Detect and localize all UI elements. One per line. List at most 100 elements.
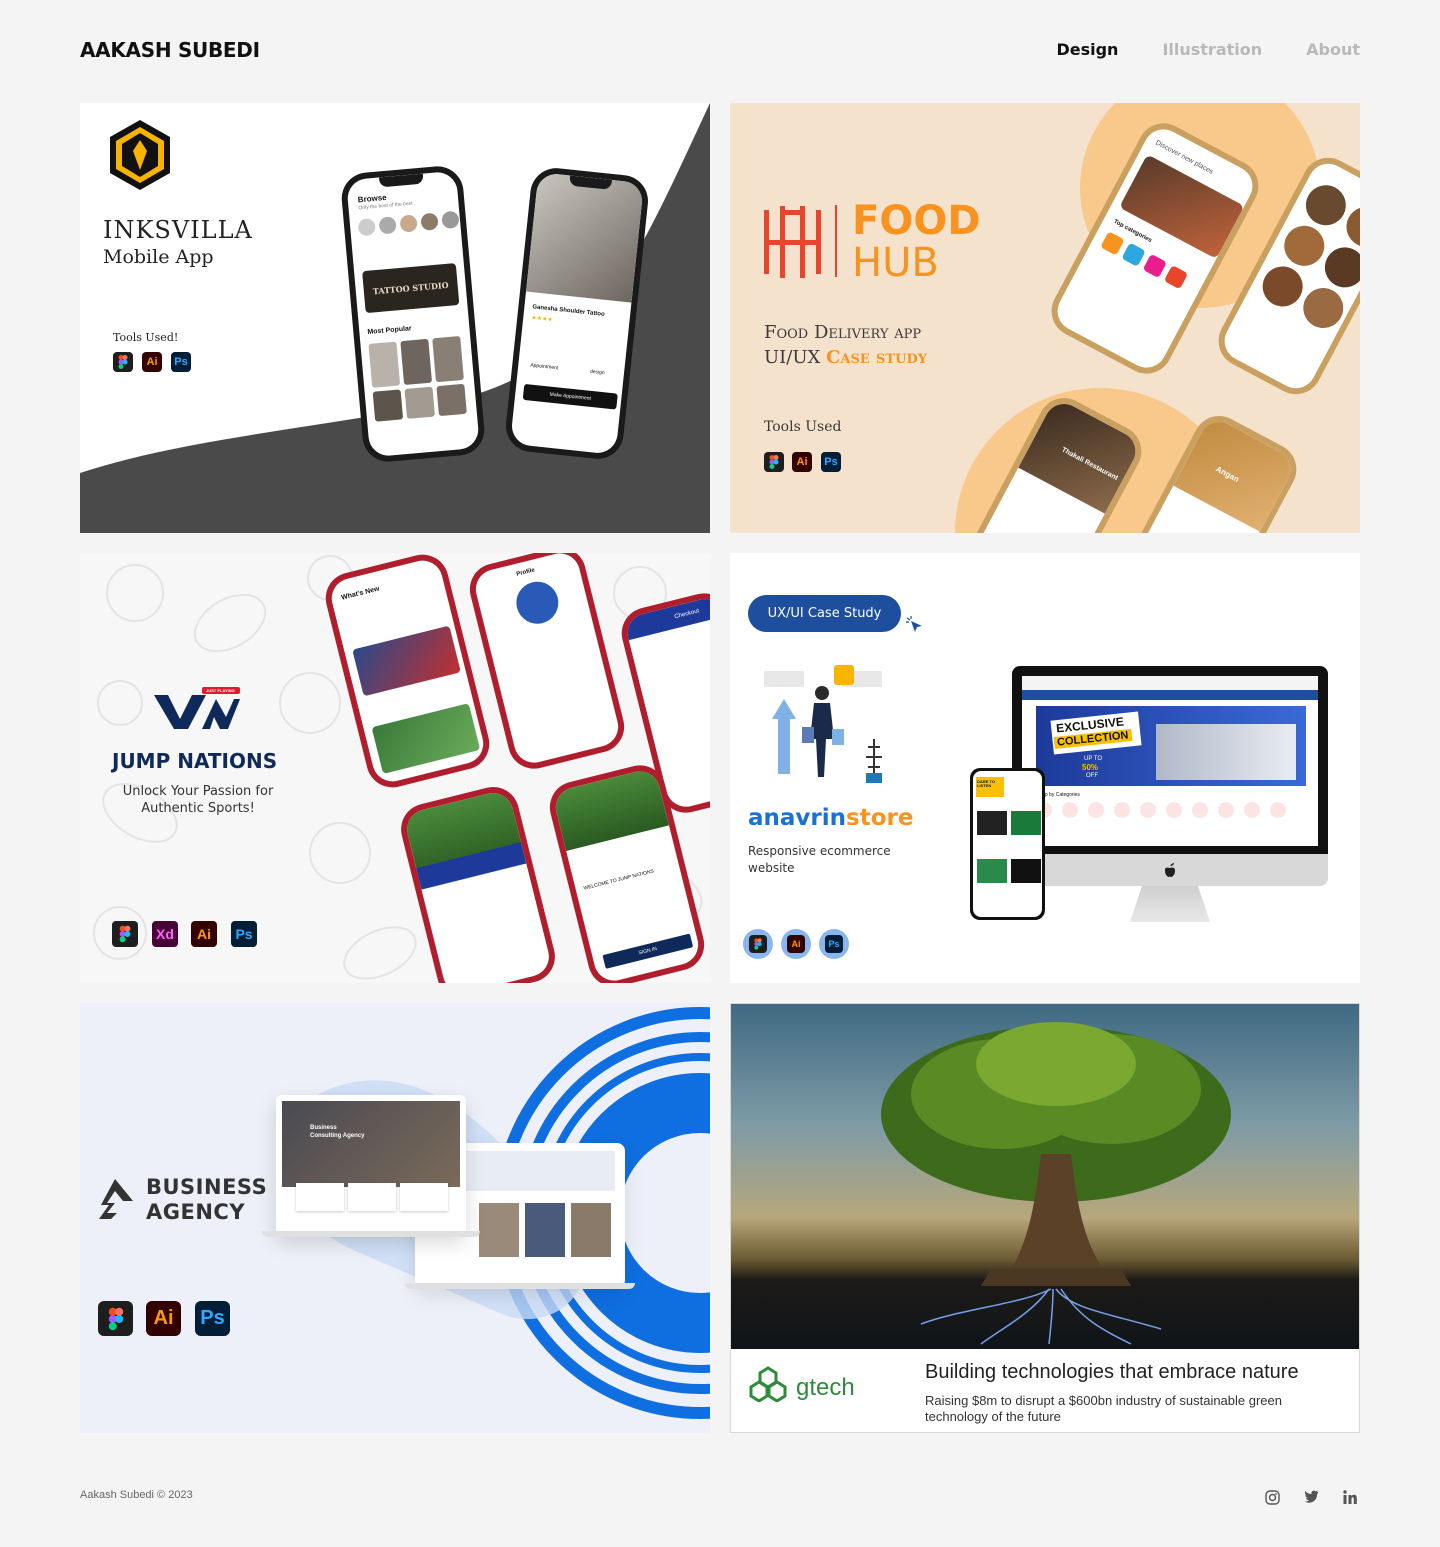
photoshop-icon: Ps bbox=[171, 352, 191, 372]
twitter-icon[interactable] bbox=[1304, 1490, 1321, 1507]
rating-stars: ★★★★ bbox=[530, 315, 553, 324]
gtech-desc-1: Raising $8m to disrupt a $600bn industry… bbox=[925, 1393, 1282, 1408]
gtech-brand: gtech bbox=[796, 1374, 855, 1401]
business-title-1: BUSINESS bbox=[146, 1175, 268, 1199]
project-card-jumpnations[interactable]: JUST PLAYING JUMP NATIONS Unlock Your Pa… bbox=[80, 553, 710, 983]
site-brand[interactable]: AAKASH SUBEDI bbox=[80, 38, 260, 62]
business-screen-title-2: Consulting Agency bbox=[310, 1133, 365, 1139]
anavrin-desc-2: website bbox=[748, 861, 795, 875]
illustrator-icon: Ai bbox=[792, 452, 812, 472]
project-card-gtech[interactable]: gtech Building technologies that embrace… bbox=[730, 1003, 1360, 1433]
figma-icon bbox=[112, 921, 138, 947]
foodhub-logo-bottom: HUB bbox=[852, 240, 939, 286]
nav-illustration[interactable]: Illustration bbox=[1162, 40, 1262, 59]
photoshop-icon: Ps bbox=[819, 929, 849, 959]
jumpnations-title: JUMP NATIONS bbox=[112, 749, 278, 773]
jumpnations-badge: JUST PLAYING bbox=[206, 688, 235, 693]
foodhub-divider bbox=[835, 205, 837, 277]
shopper-illustration bbox=[764, 665, 882, 783]
banner-text: TATTOO STUDIO bbox=[372, 279, 450, 297]
nav-about[interactable]: About bbox=[1306, 40, 1360, 59]
jumpnations-tagline-1: Unlock Your Passion for bbox=[122, 784, 274, 799]
business-agency-logo bbox=[99, 1179, 133, 1219]
artist-avatars bbox=[357, 210, 460, 237]
foodhub-logo-mark bbox=[764, 206, 821, 278]
category-circles bbox=[1036, 802, 1286, 818]
anavrin-brand-b: store bbox=[846, 805, 914, 831]
foodhub-tools-label: Tools Used bbox=[764, 419, 842, 435]
nav-design[interactable]: Design bbox=[1056, 40, 1118, 59]
profile-avatar bbox=[511, 577, 563, 629]
xd-icon: Xd bbox=[152, 921, 178, 947]
illustrator-icon: Ai bbox=[191, 921, 217, 947]
figma-icon bbox=[98, 1301, 133, 1336]
site-header: AAKASH SUBEDI Design Illustration About bbox=[80, 36, 1360, 66]
feed-image-1 bbox=[352, 625, 461, 697]
photoshop-label: Ps bbox=[825, 935, 843, 953]
project-card-businessagency[interactable]: BUSINESS AGENCY Ai Ps Business Consultin… bbox=[80, 1003, 710, 1433]
figma-icon bbox=[743, 929, 773, 959]
foodhub-logo-top: FOOD bbox=[852, 198, 981, 244]
footer-copyright: Aakash Subedi © 2023 bbox=[80, 1489, 193, 1501]
photoshop-icon: Ps bbox=[231, 921, 257, 947]
illustrator-icon: Ai bbox=[781, 929, 811, 959]
anavrin-desc-1: Responsive ecommerce bbox=[748, 844, 891, 858]
foodhub-line2-a: UI/UX bbox=[764, 347, 827, 368]
linkedin-icon[interactable] bbox=[1343, 1490, 1360, 1507]
make-appointment-button[interactable]: Make Appointment bbox=[522, 383, 618, 410]
illustrator-icon: Ai bbox=[142, 352, 162, 372]
banner-off: OFF bbox=[1086, 773, 1098, 779]
jumpnations-logo bbox=[154, 687, 240, 729]
inksvilla-phone-browse: Browse Only the best of the best TATTOO … bbox=[339, 164, 487, 464]
business-screen-title-1: Business bbox=[310, 1125, 337, 1131]
figma-icon bbox=[764, 452, 784, 472]
apple-logo-icon bbox=[1165, 863, 1175, 877]
most-popular-label: Most Popular bbox=[367, 325, 412, 337]
mobile-banner-text: DARE TO LISTEN bbox=[977, 779, 995, 789]
anavrin-brand: anavrinstore bbox=[748, 805, 913, 831]
gtech-headline: Building technologies that embrace natur… bbox=[925, 1361, 1299, 1383]
anavrin-brand-a: anavrin bbox=[748, 805, 847, 831]
popular-grid bbox=[368, 335, 467, 422]
project-card-anavrinstore[interactable]: UX/UI Case Study anavrinstore Responsive… bbox=[730, 553, 1360, 983]
welcome-signin-button[interactable]: SIGN IN bbox=[602, 933, 694, 969]
project-card-inksvilla[interactable]: INKSVILLA Mobile App Tools Used! Ai Ps B… bbox=[80, 103, 710, 533]
inksvilla-subtitle: Mobile App bbox=[103, 246, 214, 268]
banner-percent: 50% bbox=[1082, 763, 1099, 772]
cursor-icon bbox=[906, 616, 922, 632]
banner-upto: UP TO bbox=[1084, 756, 1103, 762]
ganesha-tattoo-image bbox=[526, 172, 644, 303]
business-title-2: AGENCY bbox=[146, 1200, 246, 1224]
gtech-logo bbox=[749, 1366, 787, 1402]
exclusive-banner: EXCLUSIVE COLLECTION UP TO 50% OFF bbox=[1036, 706, 1306, 786]
inksvilla-logo bbox=[110, 120, 170, 190]
jumpnations-tagline-2: Authentic Sports! bbox=[141, 801, 255, 816]
main-nav: Design Illustration About bbox=[1056, 40, 1360, 59]
figma-icon bbox=[113, 352, 133, 372]
inksvilla-title: INKSVILLA bbox=[103, 216, 253, 244]
photoshop-icon: Ps bbox=[195, 1301, 230, 1336]
discover-image bbox=[1119, 154, 1245, 259]
design-label: design bbox=[589, 368, 605, 377]
anavrin-mobile-mockup: DARE TO LISTEN bbox=[970, 768, 1045, 920]
laptop-mockup-front: Business Consulting Agency bbox=[262, 1095, 480, 1237]
feed-image-2 bbox=[371, 703, 481, 774]
imac-mockup: EXCLUSIVE COLLECTION UP TO 50% OFF Shop … bbox=[1012, 666, 1328, 928]
foodhub-line1: Food Delivery app bbox=[764, 322, 922, 343]
gtech-hero-image bbox=[731, 1004, 1359, 1349]
illustrator-icon: Ai bbox=[146, 1301, 181, 1336]
whatsnew-header: What's New bbox=[340, 585, 381, 602]
imac-screen: EXCLUSIVE COLLECTION UP TO 50% OFF Shop … bbox=[1022, 676, 1318, 846]
tattoo-studio-banner: TATTOO STUDIO bbox=[362, 263, 460, 314]
instagram-icon[interactable] bbox=[1265, 1490, 1282, 1507]
gtech-desc-2: technology of the future bbox=[925, 1409, 1061, 1424]
project-card-foodhub[interactable]: FOOD HUB Food Delivery app UI/UX Case st… bbox=[730, 103, 1360, 533]
inksvilla-tools-label: Tools Used! bbox=[113, 331, 179, 344]
foodhub-line2-b: Case study bbox=[826, 347, 927, 368]
illustrator-label: Ai bbox=[787, 935, 805, 953]
case-study-pill: UX/UI Case Study bbox=[748, 595, 901, 632]
appointment-label: Appointment bbox=[530, 362, 559, 372]
photoshop-icon: Ps bbox=[821, 452, 841, 472]
foodhub-line2: UI/UX Case study bbox=[764, 347, 927, 368]
social-links bbox=[1265, 1490, 1360, 1507]
